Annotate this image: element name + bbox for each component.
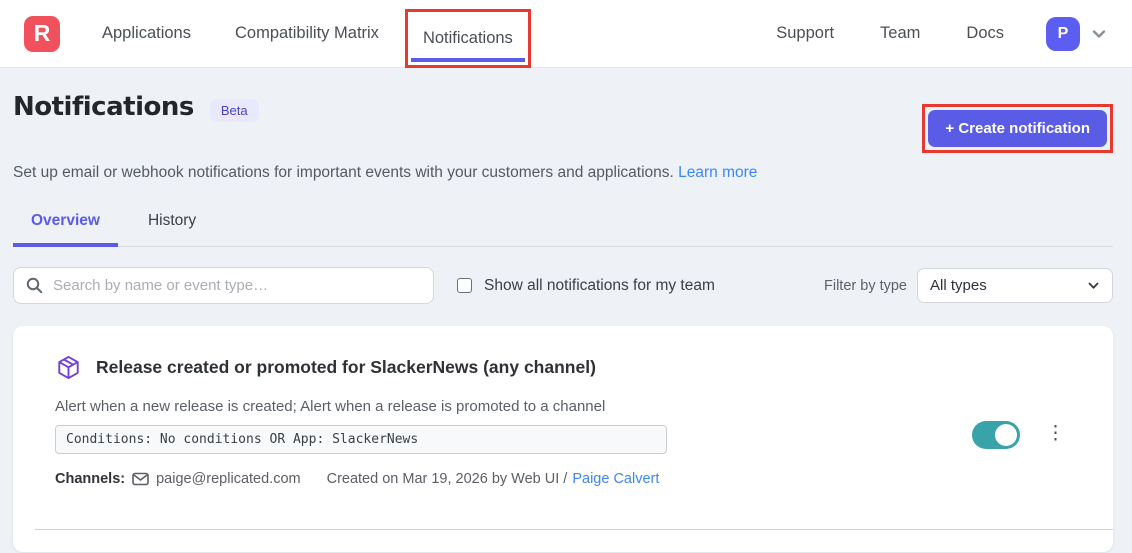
search-icon bbox=[26, 277, 43, 294]
show-all-checkbox-group[interactable]: Show all notifications for my team bbox=[457, 277, 715, 295]
notification-conditions: Conditions: No conditions OR App: Slacke… bbox=[55, 425, 667, 454]
type-filter-selected-value: All types bbox=[930, 277, 1087, 294]
search-box[interactable] bbox=[13, 267, 434, 304]
annotation-box-notifications: Notifications bbox=[405, 9, 531, 68]
channel-email-text: paige@replicated.com bbox=[156, 471, 301, 487]
page-description: Set up email or webhook notifications fo… bbox=[13, 164, 1113, 182]
notification-enabled-toggle[interactable] bbox=[972, 421, 1020, 449]
type-filter-select[interactable]: All types bbox=[917, 268, 1113, 303]
notification-card-divider bbox=[35, 529, 1113, 552]
notification-controls: ⋮ bbox=[972, 421, 1065, 449]
create-notification-button[interactable]: + Create notification bbox=[928, 110, 1107, 147]
top-nav: R Applications Compatibility Matrix Noti… bbox=[0, 0, 1132, 68]
annotation-box-create-notification: + Create notification bbox=[922, 104, 1113, 153]
nav-item-applications[interactable]: Applications bbox=[102, 24, 191, 43]
package-icon bbox=[55, 354, 82, 381]
notification-title: Release created or promoted for SlackerN… bbox=[96, 357, 596, 378]
channels-label: Channels: bbox=[55, 471, 125, 487]
tab-history[interactable]: History bbox=[130, 202, 214, 247]
show-all-checkbox-label: Show all notifications for my team bbox=[484, 277, 715, 295]
created-by-link[interactable]: Paige Calvert bbox=[572, 471, 659, 487]
replicated-logo[interactable]: R bbox=[24, 16, 60, 52]
nav-right-group: Support Team Docs P bbox=[730, 17, 1108, 51]
tab-overview[interactable]: Overview bbox=[13, 202, 118, 247]
notification-description: Alert when a new release is created; Ale… bbox=[55, 398, 972, 415]
page-header: Notifications Beta + Create notification bbox=[13, 92, 1113, 153]
nav-item-team[interactable]: Team bbox=[880, 24, 920, 43]
type-filter-group: Filter by type All types bbox=[824, 268, 1113, 303]
email-icon bbox=[132, 472, 149, 486]
learn-more-link[interactable]: Learn more bbox=[678, 164, 757, 181]
toggle-knob bbox=[995, 424, 1017, 446]
nav-item-compatibility-matrix[interactable]: Compatibility Matrix bbox=[235, 24, 379, 43]
show-all-checkbox[interactable] bbox=[457, 278, 472, 293]
notification-card-body: Release created or promoted for SlackerN… bbox=[13, 326, 1113, 529]
channel-email: paige@replicated.com bbox=[132, 471, 301, 487]
nav-item-support[interactable]: Support bbox=[776, 24, 834, 43]
created-info: Created on Mar 19, 2026 by Web UI / bbox=[327, 471, 568, 487]
notification-title-row: Release created or promoted for SlackerN… bbox=[55, 354, 972, 381]
chevron-down-icon[interactable] bbox=[1090, 25, 1108, 43]
nav-item-notifications[interactable]: Notifications bbox=[423, 29, 513, 48]
search-input[interactable] bbox=[53, 277, 421, 294]
filter-by-type-label: Filter by type bbox=[824, 278, 907, 294]
tab-bar: Overview History bbox=[13, 202, 1113, 247]
notification-card: Release created or promoted for SlackerN… bbox=[13, 326, 1113, 552]
notification-card-content: Release created or promoted for SlackerN… bbox=[55, 354, 972, 529]
select-chevron-icon bbox=[1087, 279, 1100, 292]
nav-item-docs[interactable]: Docs bbox=[966, 24, 1004, 43]
main-content: Notifications Beta + Create notification… bbox=[0, 68, 1132, 552]
avatar[interactable]: P bbox=[1046, 17, 1080, 51]
kebab-menu-icon[interactable]: ⋮ bbox=[1046, 429, 1065, 439]
page-title: Notifications bbox=[13, 92, 194, 122]
notification-channels-row: Channels: paige@replicated.com Created o… bbox=[55, 471, 972, 487]
beta-badge: Beta bbox=[210, 99, 259, 122]
filter-row: Show all notifications for my team Filte… bbox=[13, 267, 1113, 304]
page-description-text: Set up email or webhook notifications fo… bbox=[13, 164, 674, 181]
